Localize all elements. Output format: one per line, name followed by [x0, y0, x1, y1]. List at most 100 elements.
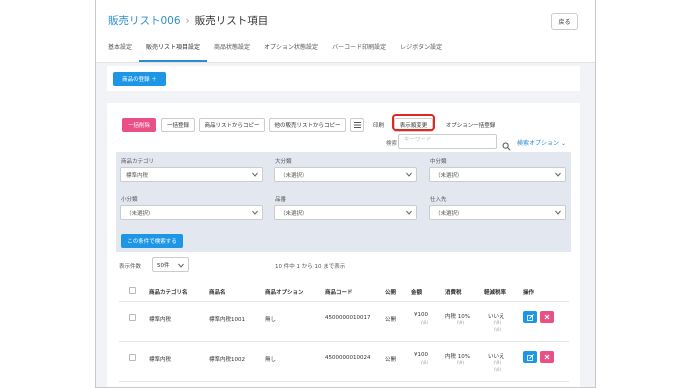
- cell-product-code: 4500000010024: [325, 355, 371, 361]
- header-actions: 操作: [523, 290, 535, 296]
- filter-panel: 商品カテゴリ 標準内税 大分類 （未選択） 中分類 （未選択） 小分類 （未選択…: [116, 152, 571, 252]
- back-button[interactable]: 戻る: [551, 13, 578, 30]
- close-icon: [544, 314, 550, 320]
- header-category: 商品カテゴリ名: [149, 290, 188, 296]
- tab-product-status[interactable]: 商品状態設定: [207, 42, 257, 62]
- cell-reduced-sub: (\0): [494, 327, 502, 332]
- tab-barcode-print[interactable]: バーコード印刷設定: [325, 42, 393, 62]
- tab-bar: 基本設定 販売リスト項目設定 商品状態設定 オプション状態設定 バーコード印刷設…: [96, 42, 449, 62]
- header-tax: 消費税: [445, 290, 462, 296]
- search-input[interactable]: キーワード: [398, 134, 497, 149]
- page-size-label: 表示件数: [119, 264, 142, 270]
- product-number-label: 品番: [275, 197, 287, 203]
- major-class-label: 大分類: [275, 159, 292, 165]
- edit-button[interactable]: [523, 311, 537, 323]
- supplier-select[interactable]: （未選択）: [429, 205, 566, 220]
- option-bulk-register-button[interactable]: オプション一括登録: [438, 118, 503, 132]
- advanced-search-link[interactable]: 検索オプション ⌄: [517, 138, 566, 147]
- cell-price: ¥100: [414, 312, 428, 318]
- category-select[interactable]: 標準内税: [120, 167, 263, 182]
- tab-option-status[interactable]: オプション状態設定: [257, 42, 325, 62]
- category-label: 商品カテゴリ: [121, 159, 155, 165]
- table-header-row: 商品カテゴリ名 商品名 商品オプション 商品コード 公開 金額 消費税 軽減税率…: [119, 279, 569, 302]
- chevron-down-icon: [555, 210, 561, 215]
- cell-category: 標準内税: [149, 357, 172, 363]
- cell-product-code: 4500000010017: [325, 315, 371, 321]
- chevron-down-icon: [252, 172, 258, 177]
- add-product-button[interactable]: 商品の登録 ＋: [113, 72, 166, 86]
- bulk-register-button[interactable]: 一括登録: [161, 118, 195, 132]
- copy-from-product-list-button[interactable]: 商品リストからコピー: [199, 118, 265, 132]
- cell-tax-sub: (\9): [457, 320, 465, 325]
- app-window: 販売リスト006 › 販売リスト項目 戻る 基本設定 販売リスト項目設定 商品状態設…: [95, 0, 596, 388]
- cell-product-name: 標準内税1001: [209, 317, 245, 323]
- cell-reduced-rate: いいえ: [488, 314, 505, 320]
- header-product-name: 商品名: [209, 290, 226, 296]
- edit-icon: [526, 353, 534, 361]
- table-row: 標準内税 標準内税1002 無し 4500000010024 公開 ¥100 (…: [119, 342, 569, 382]
- items-table: 商品カテゴリ名 商品名 商品オプション 商品コード 公開 金額 消費税 軽減税率…: [119, 279, 569, 387]
- table-row: [119, 382, 569, 387]
- breadcrumb-separator-icon: ›: [185, 15, 190, 27]
- breadcrumb: 販売リスト006 › 販売リスト項目: [108, 13, 268, 28]
- supplier-label: 仕入先: [430, 197, 447, 203]
- page-size-select[interactable]: 50件: [152, 257, 189, 272]
- advanced-search-label: 検索オプション: [517, 140, 560, 147]
- cell-tax-sub: (\9): [457, 360, 465, 365]
- register-card: 商品の登録 ＋: [107, 66, 580, 91]
- chevron-down-icon: [252, 210, 258, 215]
- tab-basic-settings[interactable]: 基本設定: [96, 42, 139, 62]
- edit-icon: [526, 313, 534, 321]
- select-all-checkbox[interactable]: [129, 287, 136, 294]
- bulk-delete-button[interactable]: 一括削除: [122, 118, 156, 132]
- row-checkbox[interactable]: [129, 314, 136, 321]
- chevron-down-icon: [406, 210, 412, 215]
- result-range-text: 10 件中 1 から 10 まで表示: [275, 264, 346, 270]
- middle-class-label: 中分類: [430, 159, 447, 165]
- list-view-button[interactable]: [350, 118, 364, 132]
- cell-price-sub: (\0): [421, 360, 429, 365]
- close-icon: [544, 354, 550, 360]
- cell-product-option: 無し: [265, 317, 277, 323]
- header-reduced-rate: 軽減税率: [484, 290, 507, 296]
- breadcrumb-current: 販売リスト項目: [194, 15, 269, 27]
- header-product-option: 商品オプション: [265, 290, 304, 296]
- minor-class-label: 小分類: [121, 197, 138, 203]
- cell-reduced-rate: いいえ: [488, 354, 505, 360]
- cell-public: 公開: [385, 317, 397, 323]
- cell-tax: 内税 10%: [445, 354, 470, 360]
- delete-button[interactable]: [540, 311, 554, 323]
- table-row: 標準内税 標準内税1001 無し 4500000010017 公開 ¥100 (…: [119, 302, 569, 342]
- chevron-down-icon: [555, 172, 561, 177]
- header-price: 金額: [411, 290, 423, 296]
- edit-button[interactable]: [523, 351, 537, 363]
- cell-reduced-sub: (\9): [494, 320, 502, 325]
- cell-category: 標準内税: [149, 317, 172, 323]
- cell-reduced-sub: (\9): [494, 360, 502, 365]
- search-with-conditions-button[interactable]: この条件で検索する: [121, 234, 183, 248]
- tab-register-button[interactable]: レジボタン設定: [393, 42, 449, 62]
- cell-product-option: 無し: [265, 357, 277, 363]
- chevron-down-icon: ⌄: [560, 140, 566, 147]
- tab-sales-list-items[interactable]: 販売リスト項目設定: [139, 42, 208, 62]
- middle-class-select[interactable]: （未選択）: [429, 167, 566, 182]
- chevron-down-icon: [406, 172, 412, 177]
- cell-public: 公開: [385, 357, 397, 363]
- print-button[interactable]: 印刷: [368, 118, 389, 132]
- row-checkbox[interactable]: [129, 354, 136, 361]
- cell-price: ¥100: [414, 352, 428, 358]
- header-public: 公開: [385, 290, 397, 296]
- cell-reduced-sub: (\0): [494, 367, 502, 372]
- copy-from-other-list-button[interactable]: 他の販売リストからコピー: [269, 118, 346, 132]
- cell-price-sub: (\0): [421, 320, 429, 325]
- cell-tax: 内税 10%: [445, 314, 470, 320]
- list-icon: [353, 122, 361, 128]
- delete-button[interactable]: [540, 351, 554, 363]
- breadcrumb-list-link[interactable]: 販売リスト006: [108, 15, 181, 27]
- page-header: 販売リスト006 › 販売リスト項目 戻る 基本設定 販売リスト項目設定 商品状態設…: [96, 0, 595, 63]
- header-product-code: 商品コード: [325, 290, 353, 296]
- major-class-select[interactable]: （未選択）: [274, 167, 417, 182]
- minor-class-select[interactable]: （未選択）: [120, 205, 263, 220]
- chevron-down-icon: [178, 263, 184, 268]
- product-number-select[interactable]: （未選択）: [274, 205, 417, 220]
